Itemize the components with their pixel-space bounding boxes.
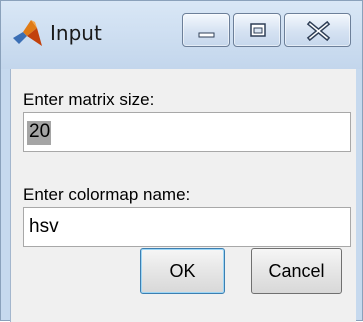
matrix-size-input[interactable] bbox=[24, 113, 350, 151]
maximize-icon bbox=[250, 23, 266, 37]
window-title: Input bbox=[50, 21, 102, 45]
cancel-button[interactable]: Cancel bbox=[251, 248, 342, 294]
colormap-label: Enter colormap name: bbox=[23, 185, 191, 204]
minimize-button[interactable] bbox=[182, 13, 230, 47]
title-bar[interactable]: Input bbox=[1, 1, 362, 69]
ok-button[interactable]: OK bbox=[140, 248, 225, 294]
matrix-size-label: Enter matrix size: bbox=[23, 90, 155, 109]
maximize-button[interactable] bbox=[233, 13, 281, 47]
close-button[interactable] bbox=[284, 13, 351, 47]
dialog-window: Input Enter matrix size: Enter colormap … bbox=[0, 0, 363, 322]
close-icon bbox=[306, 20, 331, 42]
minimize-icon bbox=[198, 32, 215, 38]
colormap-input[interactable] bbox=[24, 208, 350, 246]
matlab-logo-icon bbox=[11, 18, 43, 50]
colormap-field[interactable] bbox=[23, 207, 351, 247]
matrix-size-field[interactable] bbox=[23, 112, 351, 152]
